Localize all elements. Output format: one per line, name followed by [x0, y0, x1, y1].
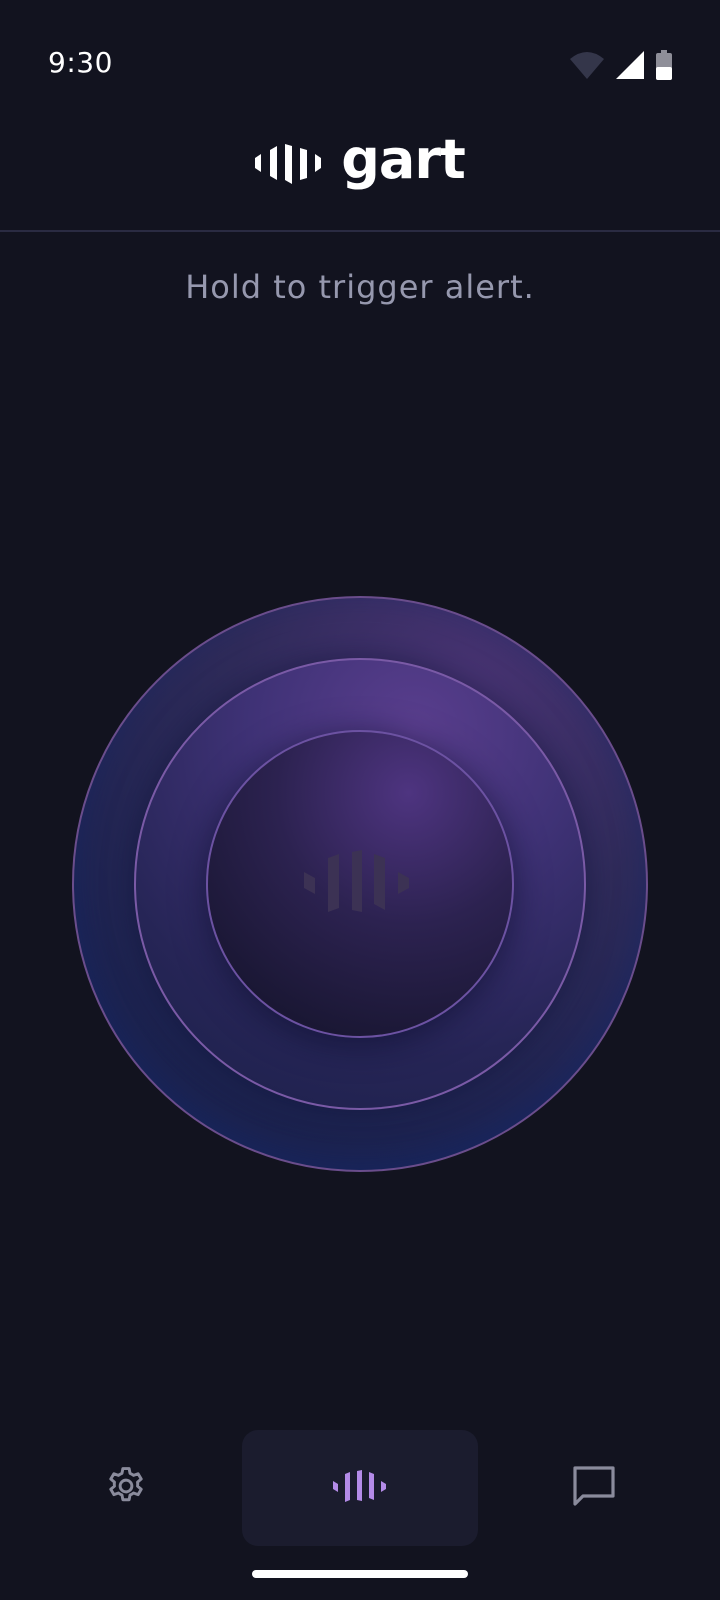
instruction-text: Hold to trigger alert. [185, 268, 535, 306]
nav-alert-button[interactable] [242, 1430, 478, 1546]
signal-icon [616, 51, 644, 79]
alert-trigger-button[interactable] [72, 596, 648, 1172]
alert-screen: 9:30 gart Hold to trigger alert. [0, 0, 720, 1600]
wifi-icon [570, 51, 604, 79]
status-time: 9:30 [48, 46, 113, 79]
soundwave-logo-icon [304, 850, 410, 918]
brand: gart [255, 128, 466, 202]
app-header: gart [0, 130, 720, 230]
home-indicator[interactable] [252, 1570, 468, 1578]
brand-name: gart [341, 128, 466, 191]
nav-settings-button[interactable] [76, 1430, 176, 1546]
nav-messages-button[interactable] [544, 1430, 644, 1546]
battery-icon [656, 50, 672, 80]
soundwave-icon [333, 1470, 387, 1506]
header-divider [0, 230, 720, 232]
message-icon [572, 1465, 616, 1511]
status-icons [570, 50, 672, 80]
bottom-nav [0, 1430, 720, 1546]
soundwave-logo-icon [255, 144, 322, 188]
gear-icon [104, 1464, 148, 1512]
